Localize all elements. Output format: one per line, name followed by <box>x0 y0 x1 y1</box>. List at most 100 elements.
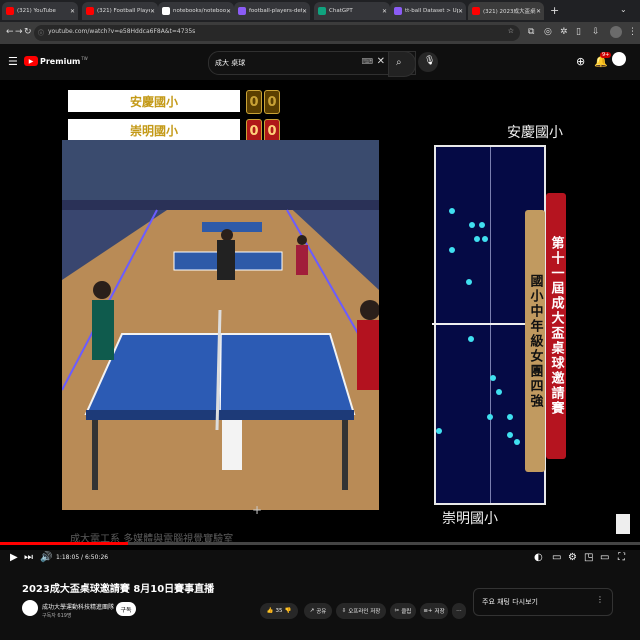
player-dot-top <box>482 236 489 242</box>
player-dot-bottom <box>490 374 496 381</box>
live-chat-replay-panel[interactable]: 주요 채팅 다시보기 ⋮ <box>473 588 613 616</box>
back-icon[interactable]: ← <box>6 27 14 37</box>
like-dislike-button[interactable]: 👍 35 👎 <box>260 603 298 619</box>
video-player[interactable]: 安慶國小 0 0 崇明國小 0 0 安慶國小 崇明國小 第十一屆成大盃桌球邀請賽… <box>0 80 640 550</box>
tab-title: notebooks/notebooks/how <box>173 8 226 14</box>
games-score: 0 <box>246 90 262 114</box>
reload-icon[interactable]: ↻ <box>24 27 32 37</box>
event-category-banner: 國小中年級女團四強 <box>525 210 545 472</box>
screenshot-icon[interactable]: ◎ <box>544 27 552 37</box>
browser-toolbar: ← → ↻ ⓘ youtube.com/watch?v=e58Hddca6F8A… <box>0 22 640 44</box>
browser-tab[interactable]: football-players-detection✕ <box>234 2 310 20</box>
player-dot-top <box>448 207 455 214</box>
clip-button[interactable]: ✂ 클립 <box>390 603 416 619</box>
settings-gear-icon[interactable]: ⚙ <box>568 552 577 563</box>
tab-close-icon[interactable]: ✕ <box>150 8 155 15</box>
clear-search-icon[interactable]: ✕ <box>377 56 385 67</box>
browser-menu-icon[interactable]: ⋮ <box>628 27 637 37</box>
browser-tab[interactable]: (321) Football Players Track✕ <box>82 2 158 20</box>
tab-close-icon[interactable]: ✕ <box>302 8 307 15</box>
download-icon[interactable]: ⇩ <box>592 27 600 37</box>
hamburger-menu-icon[interactable]: ☰ <box>8 55 18 68</box>
tab-favicon-icon <box>472 7 480 15</box>
bookmark-star-icon[interactable]: ☆ <box>508 27 514 35</box>
tab-close-icon[interactable]: ✕ <box>70 8 75 15</box>
tab-close-icon[interactable]: ✕ <box>458 8 463 15</box>
share-icon: ↗ <box>309 608 315 614</box>
captions-icon[interactable]: ▭ <box>552 552 561 563</box>
tab-title: (321) Football Players Track <box>97 8 150 14</box>
share-button[interactable]: ↗ 공유 <box>304 603 332 619</box>
autoplay-toggle-icon[interactable]: ◐ <box>534 552 543 563</box>
like-count: 35 <box>275 608 283 614</box>
more-actions-button[interactable]: ⋯ <box>452 603 466 619</box>
search-input[interactable]: 成大 桌球 ⌨ ✕ <box>208 51 416 75</box>
tab-title: football-players-detection <box>249 8 302 14</box>
browser-tab[interactable]: (321) YouTube ✕ <box>2 2 78 20</box>
voice-search-button[interactable]: 🎙 <box>418 52 438 72</box>
tab-close-icon[interactable]: ✕ <box>382 8 387 15</box>
thumbs-up-icon: 👍 <box>266 608 274 614</box>
fullscreen-icon[interactable]: ⛶ <box>618 552 625 563</box>
live-chat-replay-label: 주요 채팅 다시보기 <box>482 598 538 606</box>
clip-icon: ✂ <box>394 608 400 614</box>
clip-label: 클립 <box>401 609 412 615</box>
create-icon[interactable]: ⊕ <box>576 55 585 68</box>
account-avatar[interactable] <box>612 52 626 66</box>
theater-mode-icon[interactable]: ▭ <box>600 552 609 563</box>
browser-tab[interactable]: (321) 2023成大盃桌球邀請✕ <box>468 2 544 20</box>
player-dot-top <box>466 278 473 285</box>
channel-avatar[interactable] <box>22 600 38 616</box>
browser-tab[interactable]: tt-ball Dataset > Upload✕ <box>390 2 466 20</box>
puzzle-icon[interactable]: ✲ <box>560 27 568 37</box>
channel-watermark-logo[interactable] <box>616 514 630 534</box>
browser-tab[interactable]: ChatGPT ✕ <box>314 2 390 20</box>
tab-favicon-icon <box>318 7 326 15</box>
volume-icon[interactable]: 🔊 <box>40 552 52 563</box>
share-label: 공유 <box>316 609 327 615</box>
time-display: 1:18:05 / 6:50:26 <box>56 554 109 561</box>
progress-bar-played <box>0 542 128 545</box>
extensions-icon[interactable]: ⧉ <box>528 27 534 37</box>
more-vert-icon[interactable]: ⋮ <box>596 595 604 604</box>
search-input-value: 成大 桌球 <box>215 59 246 67</box>
logo-region: TW <box>81 56 88 61</box>
scoreboard-team: 安慶國小 <box>68 90 240 112</box>
search-button[interactable]: ⌕ <box>388 51 416 77</box>
browser-tab-strip: (321) YouTube✕(321) Football Players Tra… <box>0 0 640 22</box>
tab-title: (321) 2023成大盃桌球邀請 <box>483 9 536 15</box>
youtube-header: ☰ ▶ Premium TW 成大 桌球 ⌨ ✕ ⌕ 🎙 ⊕ 🔔 9+ <box>0 44 640 80</box>
channel-name[interactable]: 成功大學運動科技精進團隊 <box>42 602 114 611</box>
profile-avatar[interactable] <box>610 26 622 38</box>
subscribe-button[interactable]: 구독 <box>116 602 136 616</box>
forward-icon[interactable]: → <box>15 27 23 37</box>
tab-favicon-icon <box>394 7 402 15</box>
save-button[interactable]: ≡+ 저장 <box>420 603 448 619</box>
address-bar[interactable]: ⓘ youtube.com/watch?v=e58Hddca6F8A&t=473… <box>34 25 520 41</box>
browser-tab[interactable]: notebooks/notebooks/how✕ <box>158 2 234 20</box>
progress-bar[interactable] <box>0 542 640 545</box>
youtube-logo[interactable]: ▶ Premium TW <box>24 56 88 66</box>
video-details: 2023成大盃桌球邀請賽 8月10日賽事直播 成功大學運動科技精進團隊 구독자 … <box>0 570 640 640</box>
player-dot-bottom <box>507 431 514 438</box>
logo-text: Premium <box>40 56 81 66</box>
new-tab-button[interactable]: + <box>550 4 559 17</box>
subscriber-count: 구독자 619명 <box>42 613 72 619</box>
tab-close-icon[interactable]: ✕ <box>536 8 541 15</box>
keyboard-icon[interactable]: ⌨ <box>361 57 373 66</box>
tab-close-icon[interactable]: ✕ <box>226 8 231 15</box>
player-dot-bottom <box>436 428 442 435</box>
miniplayer-icon[interactable]: ◳ <box>584 552 593 563</box>
site-info-icon[interactable]: ⓘ <box>38 28 44 37</box>
tab-search-icon[interactable]: ⌄ <box>620 5 627 14</box>
player-controls: ▶ ⏭ 🔊 1:18:05 / 6:50:26 ◐ ▭ ⚙ ◳ ▭ ⛶ <box>0 546 640 570</box>
player-dot-top <box>479 221 486 228</box>
play-icon[interactable]: ▶ <box>10 552 18 563</box>
tab-favicon-icon <box>6 7 14 15</box>
tournament-title-banner: 第十一屆成大盃桌球邀請賽 <box>546 193 566 459</box>
next-icon[interactable]: ⏭ <box>24 552 33 563</box>
sidebar-icon[interactable]: ▯ <box>576 27 581 37</box>
tab-title: (321) YouTube <box>17 8 56 14</box>
offline-download-button[interactable]: ⇩ 오프라인 저장 <box>336 603 386 619</box>
download-label: 오프라인 저장 <box>348 609 381 615</box>
